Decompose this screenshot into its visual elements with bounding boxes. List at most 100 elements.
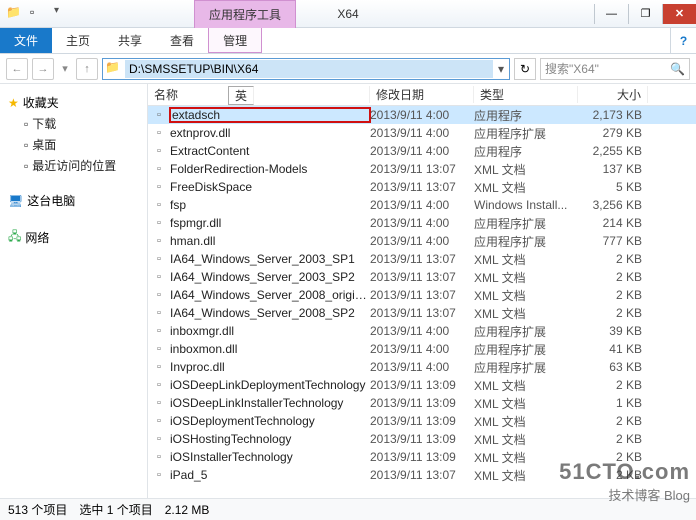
recent-dropdown[interactable]: ▾	[58, 58, 72, 80]
file-size: 2 KB	[578, 450, 648, 464]
column-date[interactable]: 修改日期	[370, 86, 474, 103]
column-size[interactable]: 大小	[578, 86, 648, 103]
address-path[interactable]: D:\SMSSETUP\BIN\X64	[125, 60, 493, 78]
file-size: 5 KB	[578, 180, 648, 194]
up-button[interactable]: ↑	[76, 58, 98, 80]
file-type: 应用程序	[474, 107, 578, 124]
file-name: fspmgr.dll	[170, 216, 370, 230]
folder-icon: ▫	[24, 117, 28, 131]
file-size: 2,173 KB	[578, 108, 648, 122]
ime-badge: 英	[228, 86, 254, 105]
file-name: Invproc.dll	[170, 360, 370, 374]
minimize-button[interactable]: —	[594, 4, 628, 24]
file-icon: ▫	[148, 433, 170, 445]
file-size: 137 KB	[578, 162, 648, 176]
file-name: extadsch	[170, 108, 370, 122]
help-button[interactable]: ?	[670, 28, 696, 53]
address-dropdown-icon[interactable]: ▾	[493, 62, 509, 76]
file-size: 41 KB	[578, 342, 648, 356]
file-icon: ▫	[148, 109, 170, 121]
table-row[interactable]: ▫IA64_Windows_Server_2008_SP22013/9/11 1…	[148, 304, 696, 322]
file-icon: ▫	[148, 253, 170, 265]
tab-view[interactable]: 查看	[156, 28, 208, 53]
table-row[interactable]: ▫iOSHostingTechnology2013/9/11 13:09XML …	[148, 430, 696, 448]
file-type: 应用程序	[474, 143, 578, 160]
file-date: 2013/9/11 4:00	[370, 360, 474, 374]
file-type: 应用程序扩展	[474, 125, 578, 142]
file-date: 2013/9/11 13:09	[370, 378, 474, 392]
star-icon: ★	[8, 96, 19, 110]
sidebar-this-pc[interactable]: 🖥这台电脑	[4, 190, 143, 211]
file-size: 2 KB	[578, 468, 648, 482]
table-row[interactable]: ▫extnprov.dll2013/9/11 4:00应用程序扩展279 KB	[148, 124, 696, 142]
table-row[interactable]: ▫inboxmgr.dll2013/9/11 4:00应用程序扩展39 KB	[148, 322, 696, 340]
file-list[interactable]: ▫extadsch2013/9/11 4:00应用程序2,173 KB▫extn…	[148, 106, 696, 498]
column-type[interactable]: 类型	[474, 86, 578, 103]
sidebar-network[interactable]: 🖧网络	[4, 225, 143, 250]
file-type: 应用程序扩展	[474, 233, 578, 250]
table-row[interactable]: ▫iOSInstallerTechnology2013/9/11 13:09XM…	[148, 448, 696, 466]
close-button[interactable]: ✕	[662, 4, 696, 24]
sidebar-item[interactable]: ▫下载	[4, 113, 143, 134]
maximize-button[interactable]: ❐	[628, 4, 662, 24]
network-icon: 🖧	[8, 227, 21, 248]
qat-icon[interactable]: ▫	[30, 5, 48, 23]
file-icon: ▫	[148, 307, 170, 319]
search-input[interactable]: 搜索"X64" 🔍	[540, 58, 690, 80]
file-type: XML 文档	[474, 377, 578, 394]
context-tab[interactable]: 应用程序工具	[194, 0, 296, 28]
table-row[interactable]: ▫iOSDeepLinkInstallerTechnology2013/9/11…	[148, 394, 696, 412]
back-button[interactable]: ←	[6, 58, 28, 80]
table-row[interactable]: ▫Invproc.dll2013/9/11 4:00应用程序扩展63 KB	[148, 358, 696, 376]
file-name: iOSInstallerTechnology	[170, 450, 370, 464]
file-icon: ▫	[148, 469, 170, 481]
table-row[interactable]: ▫fsp2013/9/11 4:00Windows Install...3,25…	[148, 196, 696, 214]
table-row[interactable]: ▫iOSDeploymentTechnology2013/9/11 13:09X…	[148, 412, 696, 430]
table-row[interactable]: ▫hman.dll2013/9/11 4:00应用程序扩展777 KB	[148, 232, 696, 250]
file-date: 2013/9/11 4:00	[370, 144, 474, 158]
column-name[interactable]: 名称	[148, 86, 370, 103]
file-type: XML 文档	[474, 467, 578, 484]
address-bar[interactable]: 📁 D:\SMSSETUP\BIN\X64 ▾	[102, 58, 510, 80]
file-size: 2 KB	[578, 288, 648, 302]
table-row[interactable]: ▫fspmgr.dll2013/9/11 4:00应用程序扩展214 KB	[148, 214, 696, 232]
table-row[interactable]: ▫FreeDiskSpace2013/9/11 13:07XML 文档5 KB	[148, 178, 696, 196]
sidebar-favorites[interactable]: ★收藏夹	[4, 92, 143, 113]
tab-manage[interactable]: 管理	[208, 28, 262, 53]
file-date: 2013/9/11 13:07	[370, 162, 474, 176]
table-row[interactable]: ▫IA64_Windows_Server_2008_original_...20…	[148, 286, 696, 304]
file-date: 2013/9/11 13:09	[370, 432, 474, 446]
sidebar-item[interactable]: ▫最近访问的位置	[4, 155, 143, 176]
file-date: 2013/9/11 13:07	[370, 288, 474, 302]
sidebar-item[interactable]: ▫桌面	[4, 134, 143, 155]
table-row[interactable]: ▫FolderRedirection-Models2013/9/11 13:07…	[148, 160, 696, 178]
table-row[interactable]: ▫IA64_Windows_Server_2003_SP12013/9/11 1…	[148, 250, 696, 268]
titlebar: 📁 ▫ ▾ 应用程序工具 X64 — ❐ ✕	[0, 0, 696, 28]
tab-home[interactable]: 主页	[52, 28, 104, 53]
file-icon: ▫	[148, 181, 170, 193]
file-type: XML 文档	[474, 305, 578, 322]
refresh-button[interactable]: ↻	[514, 58, 536, 80]
navbar: ← → ▾ ↑ 📁 D:\SMSSETUP\BIN\X64 ▾ ↻ 搜索"X64…	[0, 54, 696, 84]
table-row[interactable]: ▫ExtractContent2013/9/11 4:00应用程序2,255 K…	[148, 142, 696, 160]
tab-file[interactable]: 文件	[0, 28, 52, 53]
forward-button[interactable]: →	[32, 58, 54, 80]
file-date: 2013/9/11 13:07	[370, 306, 474, 320]
table-row[interactable]: ▫extadsch2013/9/11 4:00应用程序2,173 KB	[148, 106, 696, 124]
tab-share[interactable]: 共享	[104, 28, 156, 53]
qat-dropdown-icon[interactable]: ▾	[54, 5, 72, 23]
table-row[interactable]: ▫inboxmon.dll2013/9/11 4:00应用程序扩展41 KB	[148, 340, 696, 358]
file-icon: ▫	[148, 289, 170, 301]
file-type: 应用程序扩展	[474, 359, 578, 376]
file-name: iOSDeepLinkDeploymentTechnology	[170, 378, 370, 392]
table-row[interactable]: ▫iPad_52013/9/11 13:07XML 文档2 KB	[148, 466, 696, 484]
sidebar: ★收藏夹 ▫下载▫桌面▫最近访问的位置 🖥这台电脑 🖧网络	[0, 84, 148, 498]
file-type: 应用程序扩展	[474, 341, 578, 358]
file-date: 2013/9/11 4:00	[370, 216, 474, 230]
file-date: 2013/9/11 13:07	[370, 468, 474, 482]
table-row[interactable]: ▫IA64_Windows_Server_2003_SP22013/9/11 1…	[148, 268, 696, 286]
file-name: ExtractContent	[170, 144, 370, 158]
file-size: 2 KB	[578, 270, 648, 284]
file-type: XML 文档	[474, 395, 578, 412]
table-row[interactable]: ▫iOSDeepLinkDeploymentTechnology2013/9/1…	[148, 376, 696, 394]
